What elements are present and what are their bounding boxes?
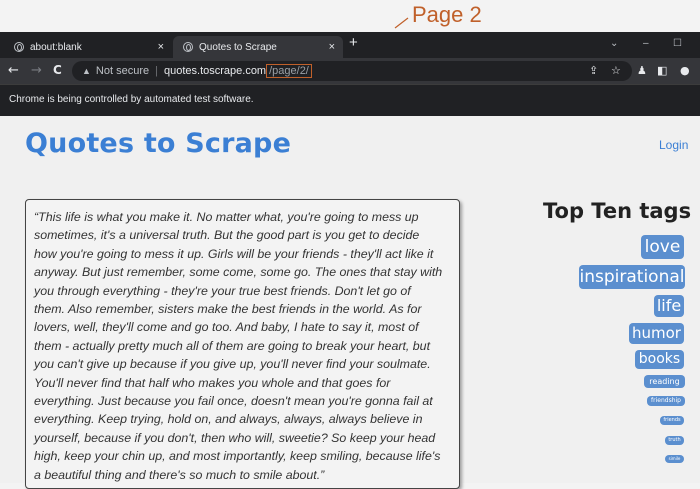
minimize-icon[interactable]: – <box>643 38 649 49</box>
quote-line: yourself, because if you don't, then who… <box>34 430 436 445</box>
quote-line: sometimes, it's a universal truth. But t… <box>34 228 420 243</box>
security-label: Not secure <box>95 65 150 77</box>
tag-inspirational[interactable]: inspirational <box>579 265 685 289</box>
sidebar-icon[interactable]: ◧ <box>657 64 667 77</box>
globe-icon <box>183 42 193 52</box>
warning-icon[interactable]: ▲ <box>82 66 91 76</box>
annotation-arrow <box>394 17 409 29</box>
address-bar[interactable]: ▲ Not secure | quotes.toscrape.com /page… <box>72 61 632 81</box>
quote-line: everything. Just because you fail once, … <box>34 394 433 409</box>
tag-friends[interactable]: friends <box>660 416 684 425</box>
forward-icon[interactable]: → <box>31 63 42 78</box>
reload-icon[interactable]: C <box>53 63 62 77</box>
tag-books[interactable]: books <box>635 350 684 369</box>
quote-line: you can't give up because if you give up… <box>34 357 431 372</box>
tab-label: about:blank <box>30 41 82 53</box>
tag-reading[interactable]: reading <box>644 375 685 388</box>
quote-line: them - actually pretty much all of them … <box>34 338 431 353</box>
back-icon[interactable]: ← <box>8 63 19 78</box>
divider: | <box>155 65 158 77</box>
new-tab-button[interactable]: + <box>349 34 358 51</box>
star-icon[interactable]: ☆ <box>611 64 621 77</box>
quote-line: them. Also remember, sisters make the be… <box>34 302 422 317</box>
quote-line: high, keep your chin up, and most import… <box>34 449 441 464</box>
tab-quotes-to-scrape[interactable]: Quotes to Scrape × <box>173 36 343 58</box>
quote-line: anyway. But just remember, some come, so… <box>34 265 443 280</box>
quote-card: “This life is what you make it. No matte… <box>25 199 460 489</box>
globe-icon <box>14 42 24 52</box>
tab-about-blank[interactable]: about:blank × <box>4 36 172 58</box>
close-icon[interactable]: × <box>329 41 335 53</box>
quote-line: you through everything - they're your tr… <box>34 283 411 298</box>
login-link[interactable]: Login <box>659 138 688 152</box>
quote-line: a beautiful thing and there's so much to… <box>34 467 325 482</box>
url-path: /page/2/ <box>266 64 312 78</box>
close-icon[interactable]: × <box>158 41 164 53</box>
site-title[interactable]: Quotes to Scrape <box>25 128 291 159</box>
tab-label: Quotes to Scrape <box>199 41 277 53</box>
tab-search-icon[interactable]: ⌄ <box>610 38 618 49</box>
url-domain: quotes.toscrape.com <box>163 65 267 77</box>
flask-icon[interactable]: ♟ <box>637 64 647 77</box>
quote-line: You'll never find that half who makes yo… <box>34 375 391 390</box>
browser-toolbar: ← → C ▲ Not secure | quotes.toscrape.com… <box>0 58 700 84</box>
share-icon[interactable]: ⇪ <box>589 64 598 77</box>
top-tags-heading: Top Ten tags <box>543 199 692 223</box>
profile-icon[interactable]: ● <box>680 64 690 77</box>
quote-line: lovers, well, they'll come and go too. A… <box>34 320 419 335</box>
automation-infobar: Chrome is being controlled by automated … <box>0 84 700 116</box>
tag-simile[interactable]: simile <box>665 455 684 463</box>
annotation-area: Page 2 <box>0 0 700 32</box>
tag-friendship[interactable]: friendship <box>647 396 685 406</box>
quote-text: “This life is what you make it. No matte… <box>34 208 454 484</box>
tag-life[interactable]: life <box>654 295 684 317</box>
annotation-label: Page 2 <box>412 2 482 27</box>
maximize-icon[interactable]: ☐ <box>673 38 682 49</box>
page-content: Quotes to Scrape Login “This life is wha… <box>0 116 700 489</box>
quote-line: “This life is what you make it. No matte… <box>34 210 419 224</box>
quote-line: how you're going to mess it up. Girls wi… <box>34 246 434 261</box>
tag-humor[interactable]: humor <box>629 323 684 344</box>
quote-line: everything. Keep trying, hold on, and al… <box>34 412 423 427</box>
tag-love[interactable]: love <box>641 235 684 259</box>
tag-truth[interactable]: truth <box>665 436 684 445</box>
